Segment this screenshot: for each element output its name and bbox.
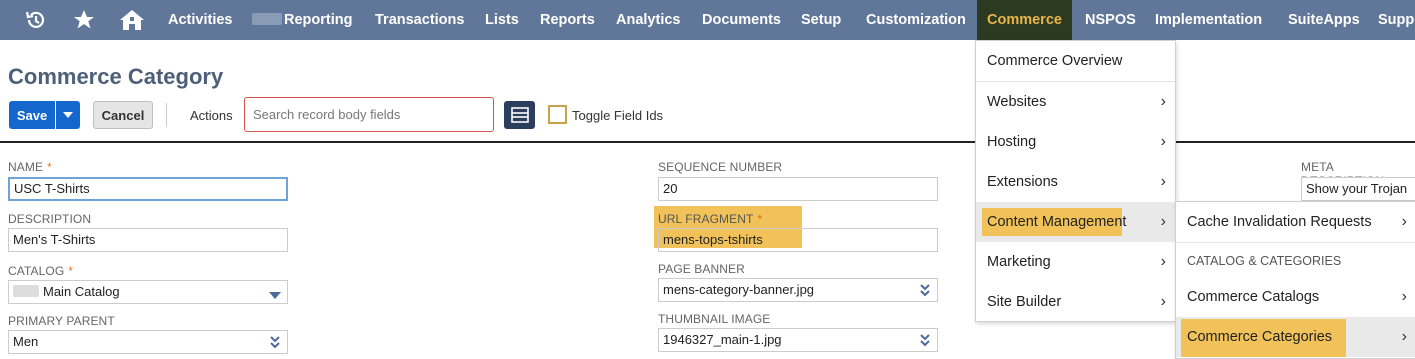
double-chevron-icon <box>920 284 930 297</box>
menu-content-management[interactable]: Content Management › <box>976 202 1175 242</box>
nav-analytics[interactable]: Analytics <box>616 0 680 40</box>
name-label: NAME * <box>8 160 52 174</box>
nav-reporting-label: Reporting <box>284 12 353 28</box>
nav-transactions[interactable]: Transactions <box>375 0 464 40</box>
toggle-field-ids-label: Toggle Field Ids <box>572 108 664 123</box>
nav-suiteapps[interactable]: SuiteApps <box>1288 0 1360 40</box>
menu-hosting[interactable]: Hosting › <box>976 122 1175 162</box>
menu-websites[interactable]: Websites › <box>976 82 1175 122</box>
content-management-submenu: Cache Invalidation Requests › CATALOG & C… <box>1175 201 1415 359</box>
primary-parent-label: PRIMARY PARENT <box>8 314 115 328</box>
redacted-block <box>13 285 39 297</box>
submenu-cache-invalidation-requests[interactable]: Cache Invalidation Requests › <box>1176 202 1415 242</box>
star-icon[interactable] <box>72 8 96 32</box>
toggle-field-ids-checkbox[interactable] <box>548 105 567 124</box>
search-record-fields-input[interactable] <box>244 97 494 132</box>
page-title: Commerce Category <box>8 64 224 89</box>
chevron-right-icon: › <box>1160 253 1166 270</box>
submenu-commerce-categories[interactable]: Commerce Categories › <box>1176 317 1415 357</box>
catalog-select[interactable]: Main Catalog <box>8 280 288 304</box>
catalog-label: CATALOG * <box>8 264 74 278</box>
dropdown-arrow-icon <box>269 292 281 299</box>
chevron-right-icon: › <box>1160 293 1166 310</box>
chevron-right-icon: › <box>1160 133 1166 150</box>
nav-reports[interactable]: Reports <box>540 0 595 40</box>
actions-menu[interactable]: Actions <box>190 108 233 123</box>
nav-implementation[interactable]: Implementation <box>1155 0 1262 40</box>
primary-parent-select[interactable]: Men <box>8 330 288 354</box>
thumbnail-image-select[interactable]: 1946327_main-1.jpg <box>658 328 938 352</box>
meta-description-field[interactable]: Show your Trojan <box>1301 177 1415 201</box>
redacted-block <box>252 13 282 25</box>
top-navigation-bar: Activities Reporting Transactions Lists … <box>0 0 1415 40</box>
menu-site-builder[interactable]: Site Builder › <box>976 282 1175 322</box>
cancel-button[interactable]: Cancel <box>93 101 153 129</box>
sequence-number-label: SEQUENCE NUMBER <box>658 160 783 174</box>
page-banner-label: PAGE BANNER <box>658 262 745 276</box>
nav-nspos[interactable]: NSPOS <box>1085 0 1136 40</box>
chevron-right-icon: › <box>1401 288 1407 305</box>
nav-commerce[interactable]: Commerce <box>977 0 1072 40</box>
menu-commerce-overview[interactable]: Commerce Overview <box>976 41 1175 81</box>
save-dropdown-button[interactable] <box>56 101 80 129</box>
home-icon[interactable] <box>118 8 146 32</box>
description-field[interactable]: Men's T-Shirts <box>8 228 288 252</box>
url-fragment-label: URL FRAGMENT * <box>658 212 763 226</box>
nav-documents[interactable]: Documents <box>702 0 781 40</box>
layout-toggle-button[interactable] <box>504 101 535 129</box>
chevron-right-icon: › <box>1160 93 1166 110</box>
description-label: DESCRIPTION <box>8 212 92 226</box>
submenu-commerce-catalogs[interactable]: Commerce Catalogs › <box>1176 277 1415 317</box>
layout-icon <box>510 107 529 123</box>
nav-customization[interactable]: Customization <box>866 0 966 40</box>
menu-marketing[interactable]: Marketing › <box>976 242 1175 282</box>
caret-down-icon <box>63 112 73 118</box>
double-chevron-icon <box>270 336 280 349</box>
double-chevron-icon <box>920 334 930 347</box>
commerce-menu: Commerce Overview Websites › Hosting › Ext… <box>975 40 1176 322</box>
nav-lists[interactable]: Lists <box>485 0 519 40</box>
url-fragment-field[interactable]: mens-tops-tshirts <box>658 228 938 252</box>
nav-activities[interactable]: Activities <box>168 0 232 40</box>
nav-setup[interactable]: Setup <box>801 0 841 40</box>
nav-support[interactable]: Suppo <box>1378 0 1415 40</box>
menu-extensions[interactable]: Extensions › <box>976 162 1175 202</box>
submenu-section-header: CATALOG & CATEGORIES <box>1187 254 1342 268</box>
chevron-right-icon: › <box>1401 213 1407 230</box>
chevron-right-icon: › <box>1160 173 1166 190</box>
nav-reporting[interactable]: Reporting <box>252 0 352 40</box>
page-banner-select[interactable]: mens-category-banner.jpg <box>658 278 938 302</box>
chevron-right-icon: › <box>1160 213 1166 230</box>
thumbnail-image-label: THUMBNAIL IMAGE <box>658 312 771 326</box>
chevron-right-icon: › <box>1401 328 1407 345</box>
save-button[interactable]: Save <box>9 101 55 129</box>
sequence-number-field[interactable]: 20 <box>658 177 938 201</box>
toolbar-divider <box>166 103 167 127</box>
recent-icon[interactable] <box>24 8 48 32</box>
header-divider <box>0 141 1415 143</box>
name-field[interactable]: USC T-Shirts <box>8 177 288 201</box>
